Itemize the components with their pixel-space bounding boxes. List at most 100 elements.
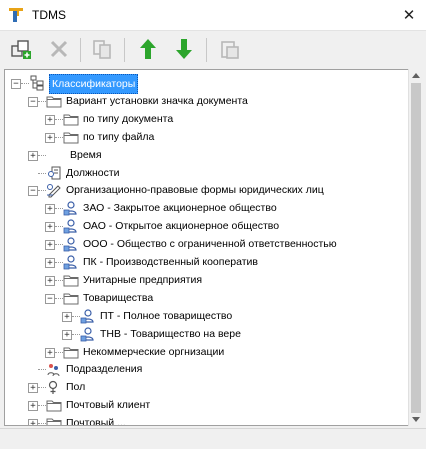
tree-item-label[interactable]: Некоммерческие оргнизации: [83, 343, 224, 361]
vertical-scrollbar[interactable]: [408, 69, 423, 426]
tree-item-label[interactable]: ПТ - Полное товарищество: [100, 307, 232, 325]
tree-item-label[interactable]: ЗАО - Закрытое акционерное общество: [83, 199, 277, 217]
tree-connector: [72, 315, 80, 317]
paste-icon: [221, 41, 239, 59]
expand-icon[interactable]: +: [28, 383, 38, 394]
collapse-icon[interactable]: −: [28, 96, 38, 107]
tree-item-label[interactable]: Подразделения: [66, 360, 142, 378]
tree-item-label[interactable]: Унитарные предприятия: [83, 271, 202, 289]
folder-icon: [63, 275, 79, 287]
tree-item-label[interactable]: по типу файла: [83, 128, 154, 146]
tree-item-label[interactable]: Время: [70, 146, 102, 164]
folder-icon: [46, 418, 62, 425]
tree-connector: [55, 297, 63, 299]
tree-item-label[interactable]: Товарищества: [83, 289, 153, 307]
move-down-button[interactable]: [172, 37, 196, 61]
tree-item[interactable]: − Товарищества: [5, 289, 405, 307]
tree-item-label[interactable]: Вариант установки значка документа: [66, 92, 248, 110]
tree-item[interactable]: + ПТ - Полное товарищество: [5, 307, 405, 325]
scroll-down-arrow[interactable]: [412, 417, 420, 422]
tdms-logo-icon: [9, 8, 23, 22]
close-button[interactable]: ✕: [392, 0, 426, 30]
tree-connector: [55, 226, 63, 228]
departments-icon: [47, 364, 60, 377]
tree-item-label[interactable]: Должности: [66, 164, 120, 182]
title-bar: TDMS ✕: [0, 0, 426, 31]
folder-icon: [63, 347, 79, 358]
tree-item[interactable]: + по типу файла: [5, 128, 405, 146]
tree-item[interactable]: Должности: [5, 164, 405, 182]
tree-item[interactable]: + Время: [5, 146, 405, 164]
expand-icon[interactable]: +: [45, 275, 55, 286]
tree-item[interactable]: + Почтовый ...: [5, 414, 405, 425]
tree-item-label[interactable]: Почтовый ...: [66, 414, 126, 425]
collapse-icon[interactable]: −: [11, 79, 21, 89]
tree-item[interactable]: + Унитарные предприятия: [5, 271, 405, 289]
expand-icon[interactable]: +: [45, 258, 55, 268]
expand-icon[interactable]: +: [62, 311, 72, 322]
tree-item[interactable]: + ОАО - Открытое акционерное общество: [5, 217, 405, 235]
positions-icon: [48, 166, 61, 179]
toolbar: [0, 31, 426, 67]
expand-icon[interactable]: +: [45, 204, 55, 215]
expand-icon[interactable]: +: [45, 222, 55, 233]
tree-connector: [55, 279, 63, 281]
tree-item[interactable]: − Классификаторы: [5, 74, 405, 94]
tree-item-label[interactable]: Пол: [66, 378, 85, 396]
scroll-up-arrow[interactable]: [412, 73, 420, 78]
delete-icon: [50, 40, 68, 58]
status-bar: [0, 428, 426, 449]
tree-item[interactable]: + Пол: [5, 378, 405, 396]
tree-item-label[interactable]: Почтовый клиент: [66, 396, 150, 414]
tree-item[interactable]: + по типу документа: [5, 110, 405, 128]
tree-item[interactable]: + ЗАО - Закрытое акционерное общество: [5, 199, 405, 217]
classifier-tree[interactable]: − Классификаторы − Вариант установки значка…: [4, 69, 410, 426]
copy-button[interactable]: [90, 37, 114, 61]
expand-icon[interactable]: +: [45, 114, 55, 125]
expand-icon[interactable]: +: [45, 132, 55, 143]
tree-item-label[interactable]: ОАО - Открытое акционерное общество: [83, 217, 279, 235]
expand-icon[interactable]: +: [62, 329, 72, 340]
tree-item[interactable]: + ООО - Общество с ограниченной ответстве…: [5, 235, 405, 253]
tree-item[interactable]: + Некоммерческие оргнизации: [5, 343, 405, 361]
move-up-button[interactable]: [136, 37, 160, 61]
org-icon: [63, 255, 77, 270]
tree-connector: [21, 83, 29, 84]
tree-connector: [55, 208, 63, 210]
add-object-button[interactable]: [9, 37, 33, 61]
org-icon: [63, 219, 77, 234]
legal-form-icon: [47, 184, 61, 198]
classifier-root-icon: [30, 75, 44, 91]
tree-item[interactable]: − Вариант установки значка документа: [5, 92, 405, 110]
tree-connector: [38, 100, 46, 102]
expand-icon[interactable]: +: [28, 150, 38, 161]
delete-button[interactable]: [47, 37, 71, 61]
gender-icon: [48, 381, 58, 395]
expand-icon[interactable]: +: [45, 347, 55, 358]
expand-icon[interactable]: +: [45, 240, 55, 251]
org-icon: [63, 201, 77, 216]
collapse-icon[interactable]: −: [45, 293, 55, 304]
tree-connector: [55, 136, 63, 138]
tree-item[interactable]: − Организационно-правовые формы юридическ…: [5, 181, 405, 199]
tree-connector: [38, 154, 46, 156]
tree-item[interactable]: + Почтовый клиент: [5, 396, 405, 414]
expand-icon[interactable]: +: [28, 401, 38, 412]
toolbar-separator: [124, 38, 125, 62]
tree-item-label[interactable]: ПК - Производственный кооператив: [83, 253, 258, 271]
tree-item-label[interactable]: ООО - Общество с ограниченной ответствен…: [83, 235, 337, 253]
collapse-icon[interactable]: −: [28, 186, 38, 197]
tree-connector: [38, 172, 46, 174]
tree-item[interactable]: + ПК - Производственный кооператив: [5, 253, 405, 271]
tree-item-label[interactable]: ТНВ - Товарищество на вере: [100, 325, 241, 343]
tree-item-label[interactable]: по типу документа: [83, 110, 173, 128]
tree-connector: [72, 333, 80, 335]
tree-item[interactable]: + ТНВ - Товарищество на вере: [5, 325, 405, 343]
tree-item-label[interactable]: Организационно-правовые формы юридически…: [66, 181, 324, 199]
expand-icon[interactable]: +: [28, 419, 38, 425]
org-icon: [80, 326, 94, 341]
paste-button[interactable]: [218, 37, 242, 61]
tree-connector: [38, 387, 46, 389]
scroll-thumb[interactable]: [411, 83, 421, 413]
tree-item[interactable]: Подразделения: [5, 360, 405, 378]
